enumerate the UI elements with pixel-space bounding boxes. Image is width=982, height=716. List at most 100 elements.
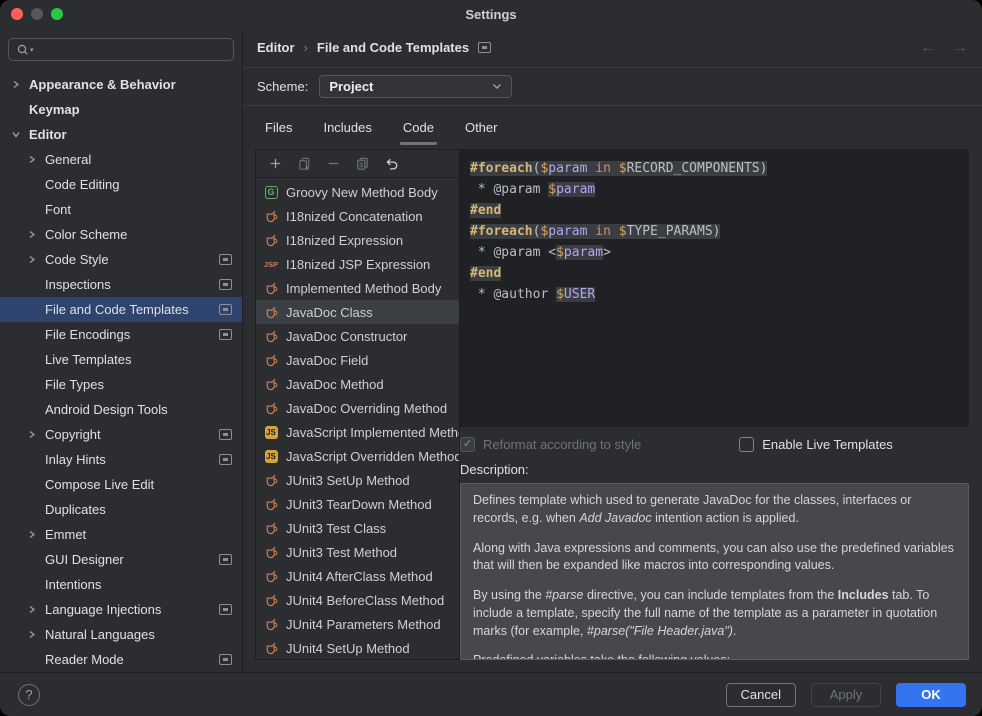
template-item-label: Groovy New Method Body — [286, 185, 438, 200]
sidebar-item-font[interactable]: Font — [0, 197, 242, 222]
template-item-javascript-overridden-method-body[interactable]: JSJavaScript Overridden Method Body — [256, 444, 459, 468]
search-icon — [16, 43, 30, 57]
template-item-javadoc-constructor[interactable]: JavaDoc Constructor — [256, 324, 459, 348]
sidebar-item-editor[interactable]: Editor — [0, 122, 242, 147]
sidebar-item-inspections[interactable]: Inspections — [0, 272, 242, 297]
reformat-label: Reformat according to style — [483, 437, 641, 452]
copy-icon[interactable] — [354, 156, 370, 172]
sidebar-item-natural-languages[interactable]: Natural Languages — [0, 622, 242, 647]
java-class-icon — [263, 233, 279, 248]
chevron-right-icon — [28, 430, 45, 439]
template-item-javadoc-field[interactable]: JavaDoc Field — [256, 348, 459, 372]
template-item-groovy-new-method-body[interactable]: GGroovy New Method Body — [256, 180, 459, 204]
code-line: * @param <$param> — [470, 242, 959, 263]
sidebar-item-reader-mode[interactable]: Reader Mode — [0, 647, 242, 672]
chevron-right-icon — [12, 80, 29, 89]
chevron-right-icon — [28, 155, 45, 164]
template-item-label: JUnit4 BeforeClass Method — [286, 593, 444, 608]
minimize-button[interactable] — [31, 8, 43, 20]
apply-button[interactable]: Apply — [811, 683, 881, 707]
tab-other[interactable]: Other — [465, 106, 498, 149]
template-item-label: JavaDoc Overriding Method — [286, 401, 447, 416]
template-item-i18nized-concatenation[interactable]: I18nized Concatenation — [256, 204, 459, 228]
back-icon[interactable]: ← — [920, 39, 936, 57]
sidebar-item-file-types[interactable]: File Types — [0, 372, 242, 397]
tab-code[interactable]: Code — [403, 106, 434, 149]
sidebar-item-label: Code Editing — [45, 177, 232, 192]
reformat-checkbox[interactable] — [460, 437, 475, 452]
template-item-i18nized-jsp-expression[interactable]: JSPI18nized JSP Expression — [256, 252, 459, 276]
template-item-label: JUnit4 SetUp Method — [286, 641, 410, 656]
template-item-junit4-parameters-method[interactable]: JUnit4 Parameters Method — [256, 612, 459, 636]
template-item-junit4-setup-method[interactable]: JUnit4 SetUp Method — [256, 636, 459, 659]
sidebar-item-gui-designer[interactable]: GUI Designer — [0, 547, 242, 572]
sidebar-item-inlay-hints[interactable]: Inlay Hints — [0, 447, 242, 472]
description-paragraph: By using the #parse directive, you can i… — [473, 587, 956, 640]
project-settings-icon — [219, 454, 232, 465]
template-item-label: JavaDoc Class — [286, 305, 373, 320]
template-item-javadoc-method[interactable]: JavaDoc Method — [256, 372, 459, 396]
remove-icon[interactable] — [325, 156, 341, 172]
sidebar-item-appearance-behavior[interactable]: Appearance & Behavior — [0, 72, 242, 97]
breadcrumb-editor[interactable]: Editor — [257, 40, 295, 55]
scheme-select[interactable]: Project — [319, 75, 512, 98]
template-item-javadoc-class[interactable]: JavaDoc Class — [256, 300, 459, 324]
code-line: * @author $USER — [470, 284, 959, 305]
template-item-junit3-test-method[interactable]: JUnit3 Test Method — [256, 540, 459, 564]
zoom-button[interactable] — [51, 8, 63, 20]
sidebar-item-general[interactable]: General — [0, 147, 242, 172]
template-item-javadoc-overriding-method[interactable]: JavaDoc Overriding Method — [256, 396, 459, 420]
sidebar-item-label: Duplicates — [45, 502, 232, 517]
breadcrumb-separator-icon: › — [304, 40, 308, 55]
sidebar-item-label: Editor — [29, 127, 232, 142]
template-tabs: Files Includes Code Other — [243, 106, 982, 149]
template-item-label: JUnit3 Test Method — [286, 545, 397, 560]
breadcrumb-file-and-code-templates[interactable]: File and Code Templates — [317, 40, 469, 55]
forward-icon[interactable]: → — [952, 39, 968, 57]
tab-includes[interactable]: Includes — [323, 106, 371, 149]
code-line: * @param $param — [470, 179, 959, 200]
template-item-implemented-method-body[interactable]: Implemented Method Body — [256, 276, 459, 300]
template-item-junit3-setup-method[interactable]: JUnit3 SetUp Method — [256, 468, 459, 492]
template-item-junit3-test-class[interactable]: JUnit3 Test Class — [256, 516, 459, 540]
sidebar-item-intentions[interactable]: Intentions — [0, 572, 242, 597]
sidebar-item-duplicates[interactable]: Duplicates — [0, 497, 242, 522]
template-item-junit4-beforeclass-method[interactable]: JUnit4 BeforeClass Method — [256, 588, 459, 612]
description-paragraph: Defines template which used to generate … — [473, 492, 956, 528]
javascript-icon: JS — [263, 426, 279, 439]
sidebar-item-emmet[interactable]: Emmet — [0, 522, 242, 547]
sidebar-item-file-and-code-templates[interactable]: File and Code Templates — [0, 297, 242, 322]
cancel-button[interactable]: Cancel — [726, 683, 796, 707]
code-line: #foreach($param in $RECORD_COMPONENTS) — [470, 158, 959, 179]
help-icon[interactable]: ? — [18, 684, 40, 706]
sidebar-item-label: Android Design Tools — [45, 402, 232, 417]
sidebar-item-label: File and Code Templates — [45, 302, 219, 317]
sidebar-item-live-templates[interactable]: Live Templates — [0, 347, 242, 372]
template-item-junit3-teardown-method[interactable]: JUnit3 TearDown Method — [256, 492, 459, 516]
template-item-javascript-implemented-method-body[interactable]: JSJavaScript Implemented Method Body — [256, 420, 459, 444]
sidebar-item-android-design-tools[interactable]: Android Design Tools — [0, 397, 242, 422]
template-item-junit4-afterclass-method[interactable]: JUnit4 AfterClass Method — [256, 564, 459, 588]
sidebar-item-label: Color Scheme — [45, 227, 232, 242]
ok-button[interactable]: OK — [896, 683, 966, 707]
sidebar-item-language-injections[interactable]: Language Injections — [0, 597, 242, 622]
duplicate-icon[interactable] — [296, 156, 312, 172]
sidebar-item-label: File Types — [45, 377, 232, 392]
sidebar-item-keymap[interactable]: Keymap — [0, 97, 242, 122]
sidebar-item-file-encodings[interactable]: File Encodings — [0, 322, 242, 347]
sidebar-item-compose-live-edit[interactable]: Compose Live Edit — [0, 472, 242, 497]
tab-files[interactable]: Files — [265, 106, 292, 149]
sidebar-item-color-scheme[interactable]: Color Scheme — [0, 222, 242, 247]
close-button[interactable] — [11, 8, 23, 20]
sidebar-item-code-editing[interactable]: Code Editing — [0, 172, 242, 197]
sidebar-item-code-style[interactable]: Code Style — [0, 247, 242, 272]
search-input[interactable] — [35, 41, 226, 58]
add-icon[interactable] — [267, 156, 283, 172]
template-item-i18nized-expression[interactable]: I18nized Expression — [256, 228, 459, 252]
live-templates-checkbox[interactable] — [739, 437, 754, 452]
search-field[interactable]: ▾ — [8, 38, 234, 61]
template-list: GGroovy New Method BodyI18nized Concaten… — [256, 178, 459, 659]
template-code-editor[interactable]: #foreach($param in $RECORD_COMPONENTS) *… — [460, 149, 969, 427]
revert-icon[interactable] — [383, 156, 399, 172]
sidebar-item-copyright[interactable]: Copyright — [0, 422, 242, 447]
